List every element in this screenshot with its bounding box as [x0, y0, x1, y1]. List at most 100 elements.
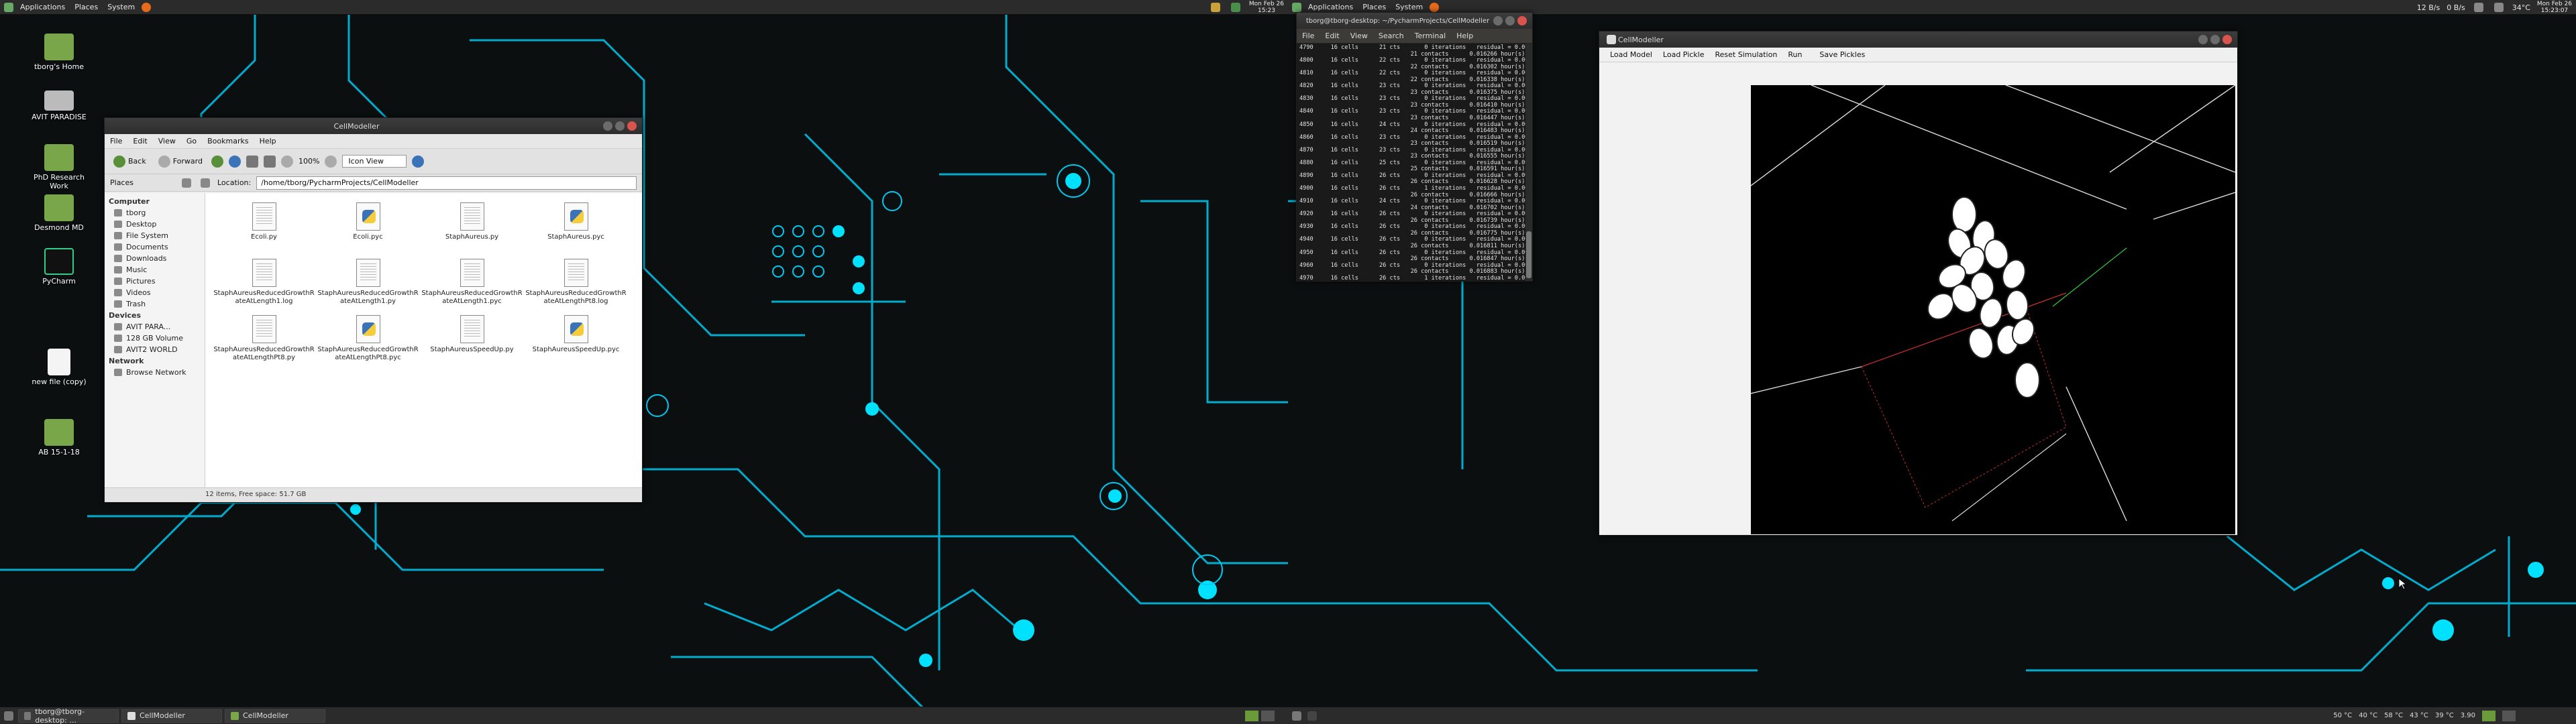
clock[interactable]: Mon Feb 26 15:23:07 [2537, 1, 2572, 14]
file-item[interactable]: StaphAureusReducedGrowthRateAtLengthPt8.… [212, 315, 316, 367]
minimize-button[interactable] [603, 121, 612, 131]
menu-icon[interactable] [4, 2, 13, 12]
zoom-out-icon[interactable] [280, 155, 293, 168]
bluetooth-icon[interactable] [2473, 3, 2483, 12]
menu-bookmarks[interactable]: Bookmarks [202, 137, 254, 145]
maximize-button[interactable] [1505, 16, 1515, 25]
menu-system[interactable]: System [103, 3, 140, 11]
desktop-icon-phd-research[interactable]: PhD Research Work [29, 144, 89, 190]
save-pickles-button[interactable]: Save Pickles [1815, 49, 1869, 60]
workspace-2[interactable] [2502, 710, 2516, 721]
firefox-icon[interactable] [142, 2, 152, 12]
desktop-icon-home[interactable]: tborg's Home [29, 34, 89, 71]
menu-view[interactable]: View [1345, 32, 1373, 40]
terminal-titlebar[interactable]: tborg@tborg-desktop: ~/PycharmProjects/C… [1297, 13, 1532, 29]
sidebar-item[interactable]: 128 GB Volume [105, 333, 205, 344]
sidebar-item[interactable]: AVIT2 WORLD [105, 344, 205, 355]
minimize-button[interactable] [1493, 16, 1503, 25]
sidebar-item[interactable]: Browse Network [105, 367, 205, 378]
terminal-output[interactable]: 4790 16 cells 21 cts 0 iterations residu… [1297, 44, 1532, 281]
close-button[interactable] [627, 121, 637, 131]
file-item[interactable]: Ecoli.py [212, 202, 316, 255]
desktop-icon-desmond-md[interactable]: Desmond MD [29, 194, 89, 232]
file-item[interactable]: StaphAureusReducedGrowthRateAtLengthPt8.… [524, 259, 628, 311]
up-icon[interactable] [211, 155, 223, 168]
sidebar-item[interactable]: Downloads [105, 253, 205, 264]
menu-view[interactable]: View [153, 137, 181, 145]
simulation-view[interactable] [1750, 84, 2236, 534]
desktop-icon-pycharm[interactable]: PyCharm [29, 248, 89, 286]
load-pickle-button[interactable]: Load Pickle [1659, 49, 1709, 60]
menu-places[interactable]: Places [1358, 3, 1391, 11]
file-item[interactable]: Ecoli.pyc [316, 202, 420, 255]
file-item[interactable]: StaphAureusReducedGrowthRateAtLengthPt8.… [316, 315, 420, 367]
taskbar-cellmodeller-1[interactable]: CellModeller [121, 709, 222, 723]
sidebar-item[interactable]: Trash [105, 298, 205, 310]
menu-edit[interactable]: Edit [1320, 32, 1344, 40]
menu-places[interactable]: Places [70, 3, 103, 11]
desktop-icon-ab[interactable]: AB 15-1-18 [29, 419, 89, 457]
reload-icon[interactable] [228, 155, 241, 168]
sidebar-item[interactable]: tborg [105, 207, 205, 219]
home-icon[interactable] [246, 155, 258, 168]
firefox-icon[interactable] [1430, 2, 1440, 12]
workspace-switcher[interactable] [1245, 710, 1275, 721]
computer-icon[interactable] [263, 155, 276, 168]
menu-system[interactable]: System [1391, 3, 1428, 11]
update-icon[interactable] [1230, 3, 1240, 12]
workspace-2[interactable] [1261, 710, 1275, 721]
run-button[interactable]: Run [1784, 49, 1806, 60]
file-manager-titlebar[interactable]: CellModeller [105, 118, 642, 134]
search-icon[interactable] [412, 155, 425, 168]
close-sidebar-icon[interactable] [182, 178, 191, 188]
menu-terminal[interactable]: Terminal [1409, 32, 1452, 40]
menu-help[interactable]: Help [1451, 32, 1479, 40]
workspace-1[interactable] [2482, 710, 2496, 721]
sidebar-item[interactable]: Pictures [105, 276, 205, 287]
menu-search[interactable]: Search [1373, 32, 1409, 40]
close-button[interactable] [1517, 16, 1527, 25]
file-item[interactable]: StaphAureusReducedGrowthRateAtLength1.lo… [212, 259, 316, 311]
file-item[interactable]: StaphAureus.py [420, 202, 524, 255]
minimize-button[interactable] [2198, 35, 2208, 44]
sidebar-item[interactable]: Desktop [105, 219, 205, 230]
zoom-in-icon[interactable] [325, 155, 337, 168]
back-button[interactable]: Back [110, 154, 150, 170]
menu-file[interactable]: File [105, 137, 127, 145]
load-model-button[interactable]: Load Model [1606, 49, 1656, 60]
menu-applications[interactable]: Applications [1303, 3, 1358, 11]
menu-edit[interactable]: Edit [127, 137, 152, 145]
maximize-button[interactable] [615, 121, 625, 131]
desktop-icon-avit-paradise[interactable]: AVIT PARADISE [29, 90, 89, 121]
package-icon[interactable] [1210, 3, 1220, 12]
cellmodeller-titlebar[interactable]: CellModeller [1599, 32, 2237, 48]
file-item[interactable]: StaphAureusSpeedUp.pyc [524, 315, 628, 367]
maximize-button[interactable] [2210, 35, 2220, 44]
simulation-canvas[interactable] [1750, 84, 2236, 534]
menu-applications[interactable]: Applications [15, 3, 70, 11]
forward-button[interactable]: Forward [155, 154, 206, 170]
workspace-1[interactable] [1245, 710, 1258, 721]
sidebar-item[interactable]: Documents [105, 241, 205, 253]
volume-icon[interactable] [2493, 3, 2504, 12]
view-mode-select[interactable]: Icon View [342, 155, 407, 168]
places-label[interactable]: Places [110, 178, 174, 187]
close-button[interactable] [2222, 35, 2232, 44]
terminal-scrollbar[interactable] [1525, 44, 1532, 281]
menu-go[interactable]: Go [181, 137, 202, 145]
location-input[interactable]: /home/tborg/PycharmProjects/CellModeller [256, 176, 637, 190]
clock[interactable]: Mon Feb 26 15:23 [1249, 1, 1284, 14]
edit-location-icon[interactable] [201, 178, 210, 188]
sidebar-item[interactable]: AVIT PARA... [105, 321, 205, 333]
file-item[interactable]: StaphAureusReducedGrowthRateAtLength1.py [316, 259, 420, 311]
show-desktop-icon[interactable] [4, 711, 13, 721]
terminal-icon[interactable] [1307, 711, 1317, 721]
taskbar-cellmodeller-2[interactable]: CellModeller [225, 709, 325, 723]
file-item[interactable]: StaphAureusReducedGrowthRateAtLength1.py… [420, 259, 524, 311]
show-desktop-icon[interactable] [1292, 711, 1301, 721]
file-item[interactable]: StaphAureusSpeedUp.py [420, 315, 524, 367]
reset-simulation-button[interactable]: Reset Simulation [1711, 49, 1782, 60]
file-item[interactable]: StaphAureus.pyc [524, 202, 628, 255]
menu-help[interactable]: Help [254, 137, 282, 145]
sidebar-item[interactable]: File System [105, 230, 205, 241]
